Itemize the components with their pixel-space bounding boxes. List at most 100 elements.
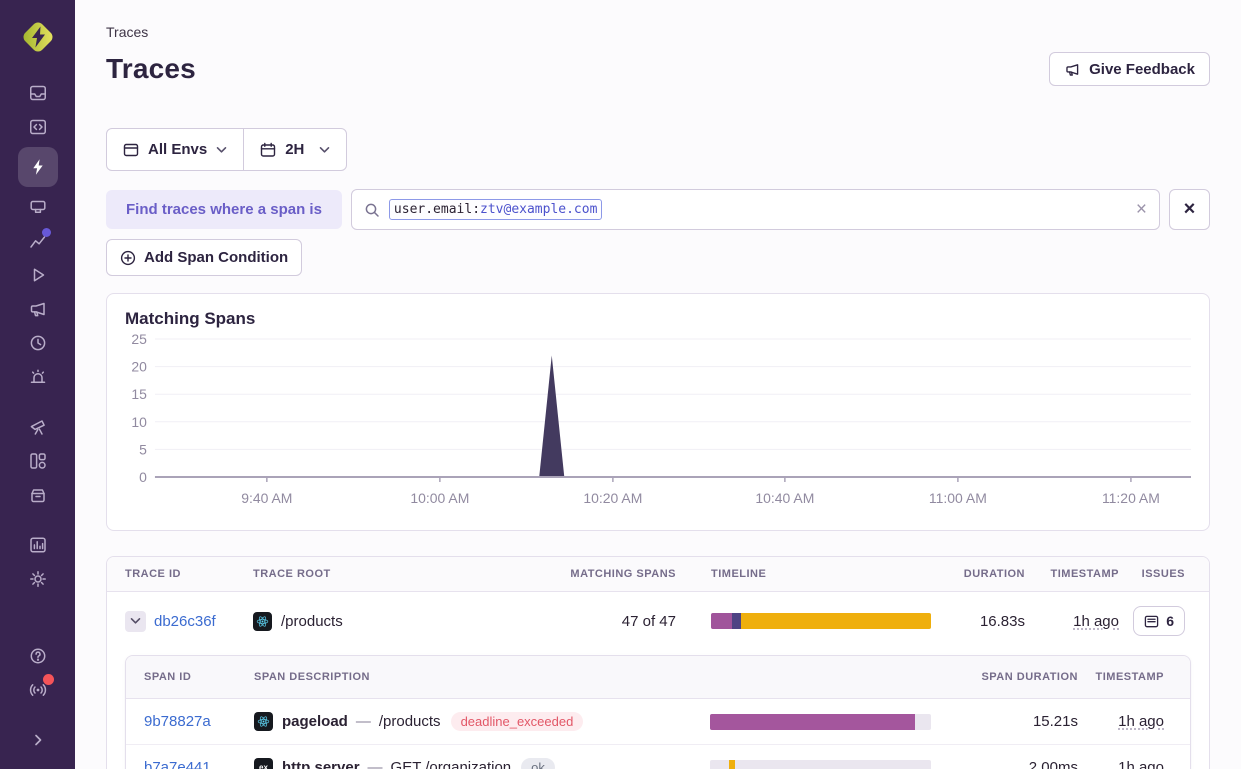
- notification-dot: [42, 228, 51, 237]
- span-timestamp: 1h ago: [1118, 713, 1164, 730]
- svg-text:11:20 AM: 11:20 AM: [1102, 490, 1160, 506]
- history-icon[interactable]: [18, 326, 58, 360]
- matching-spans-chart: 05101520259:40 AM10:00 AM10:20 AM10:40 A…: [125, 329, 1191, 511]
- col-duration: DURATION: [941, 568, 1025, 580]
- col-span-duration: SPAN DURATION: [957, 671, 1078, 683]
- span-id-link[interactable]: 9b78827a: [144, 713, 211, 730]
- span-status-badge: deadline_exceeded: [451, 712, 584, 731]
- trace-issues-button[interactable]: 6: [1133, 606, 1185, 636]
- trace-timeline-bar: [711, 613, 931, 629]
- matching-spans-count: 47 of 47: [407, 613, 676, 630]
- breadcrumb[interactable]: Traces: [106, 24, 1210, 40]
- remove-condition-button[interactable]: ×: [1169, 189, 1210, 230]
- svg-text:11:00 AM: 11:00 AM: [929, 490, 987, 506]
- broadcast-icon[interactable]: [18, 673, 58, 707]
- col-issues: ISSUES: [1119, 568, 1209, 580]
- span-search-input[interactable]: user.email:ztv@example.com ×: [351, 189, 1160, 230]
- sidebar: [0, 0, 75, 769]
- calendar-icon: [260, 142, 276, 158]
- chevron-down-icon: [130, 617, 141, 625]
- span-timeline-bar: [710, 760, 931, 769]
- span-row: b7a7e441 ex http.server — GET /organizat…: [126, 745, 1190, 769]
- notification-dot: [43, 674, 54, 685]
- environment-selector[interactable]: All Envs: [107, 129, 243, 170]
- col-span-timestamp: TIMESTAMP: [1078, 671, 1190, 683]
- app-root: Traces Traces Give Feedback All Envs: [0, 0, 1241, 769]
- play-icon[interactable]: [18, 258, 58, 292]
- span-timestamp: 1h ago: [1118, 759, 1164, 769]
- issues-icon: [1144, 614, 1159, 629]
- sentry-logo-icon[interactable]: [19, 18, 57, 56]
- lightning-icon[interactable]: [18, 147, 58, 187]
- chart-title: Matching Spans: [125, 309, 1191, 329]
- main-area: Traces Traces Give Feedback All Envs: [75, 0, 1241, 769]
- spans-table-header: SPAN ID SPAN DESCRIPTION SPAN DURATION T…: [126, 656, 1190, 699]
- col-timestamp: TIMESTAMP: [1025, 568, 1119, 580]
- col-span-id: SPAN ID: [126, 671, 254, 683]
- telescope-icon[interactable]: [18, 410, 58, 444]
- spans-table: SPAN ID SPAN DESCRIPTION SPAN DURATION T…: [125, 655, 1191, 769]
- code-folder-icon[interactable]: [18, 110, 58, 144]
- span-op: http.server: [282, 759, 360, 769]
- col-trace-id: TRACE ID: [107, 568, 247, 580]
- clear-search-icon[interactable]: ×: [1136, 200, 1147, 219]
- express-icon: ex: [254, 758, 273, 769]
- megaphone-icon[interactable]: [18, 292, 58, 326]
- inbox-icon[interactable]: [18, 76, 58, 110]
- svg-text:10: 10: [131, 414, 147, 430]
- bar-stats-icon[interactable]: [18, 528, 58, 562]
- plus-circle-icon: [120, 250, 136, 266]
- help-icon[interactable]: [18, 639, 58, 673]
- chevron-down-icon: [216, 146, 227, 154]
- dashboard-grid-icon[interactable]: [18, 444, 58, 478]
- page-header: Traces Traces Give Feedback: [75, 0, 1241, 108]
- traces-table: TRACE ID TRACE ROOT MATCHING SPANS TIMEL…: [106, 556, 1210, 769]
- page-content: All Envs 2H Find traces where a span is …: [75, 108, 1241, 769]
- span-duration: 15.21s: [957, 713, 1078, 730]
- react-icon: [254, 712, 273, 731]
- span-timeline-bar: [710, 714, 931, 730]
- page-title: Traces: [106, 53, 196, 85]
- trace-duration: 16.83s: [941, 613, 1025, 630]
- trace-row: db26c36f /products 47 of 47 16.83s 1h ag…: [107, 592, 1209, 650]
- svg-text:25: 25: [131, 331, 147, 347]
- svg-text:15: 15: [131, 386, 147, 402]
- trace-timestamp: 1h ago: [1073, 613, 1119, 630]
- span-status-badge: ok: [521, 758, 555, 769]
- close-icon: ×: [1184, 198, 1196, 221]
- chart-line-icon[interactable]: [18, 224, 58, 258]
- span-description: GET /organization: [391, 759, 512, 769]
- give-feedback-button[interactable]: Give Feedback: [1049, 52, 1210, 86]
- traces-table-header: TRACE ID TRACE ROOT MATCHING SPANS TIMEL…: [107, 557, 1209, 592]
- gear-icon[interactable]: [18, 562, 58, 596]
- collapse-trace-button[interactable]: [125, 611, 146, 632]
- chevron-down-icon: [319, 146, 330, 154]
- page-filter-bar: All Envs 2H: [106, 128, 347, 171]
- svg-text:0: 0: [139, 469, 147, 485]
- megaphone-icon: [1064, 61, 1081, 78]
- condition-prefix-label: Find traces where a span is: [106, 190, 342, 229]
- archive-box-icon[interactable]: [18, 478, 58, 512]
- matching-spans-panel: Matching Spans 05101520259:40 AM10:00 AM…: [106, 293, 1210, 531]
- svg-text:10:40 AM: 10:40 AM: [755, 490, 814, 506]
- svg-text:9:40 AM: 9:40 AM: [241, 490, 292, 506]
- trace-root-name: /products: [281, 613, 343, 630]
- span-row: 9b78827a pageload — /products deadline_e…: [126, 699, 1190, 745]
- chevron-right-icon[interactable]: [18, 723, 58, 757]
- span-description: /products: [379, 713, 441, 730]
- siren-icon[interactable]: [18, 360, 58, 394]
- time-range-selector[interactable]: 2H: [244, 129, 346, 170]
- search-token[interactable]: user.email:ztv@example.com: [389, 199, 603, 220]
- span-id-link[interactable]: b7a7e441: [144, 759, 211, 769]
- span-duration: 2.00ms: [957, 759, 1078, 769]
- svg-text:10:20 AM: 10:20 AM: [583, 490, 642, 506]
- svg-text:10:00 AM: 10:00 AM: [410, 490, 469, 506]
- trace-id-link[interactable]: db26c36f: [154, 613, 216, 630]
- projector-icon[interactable]: [18, 190, 58, 224]
- col-matching-spans: MATCHING SPANS: [407, 568, 676, 580]
- add-span-condition-button[interactable]: Add Span Condition: [106, 239, 302, 276]
- react-icon: [253, 612, 272, 631]
- svg-text:5: 5: [139, 441, 147, 457]
- col-span-description: SPAN DESCRIPTION: [254, 671, 682, 683]
- col-timeline: TIMELINE: [676, 568, 941, 580]
